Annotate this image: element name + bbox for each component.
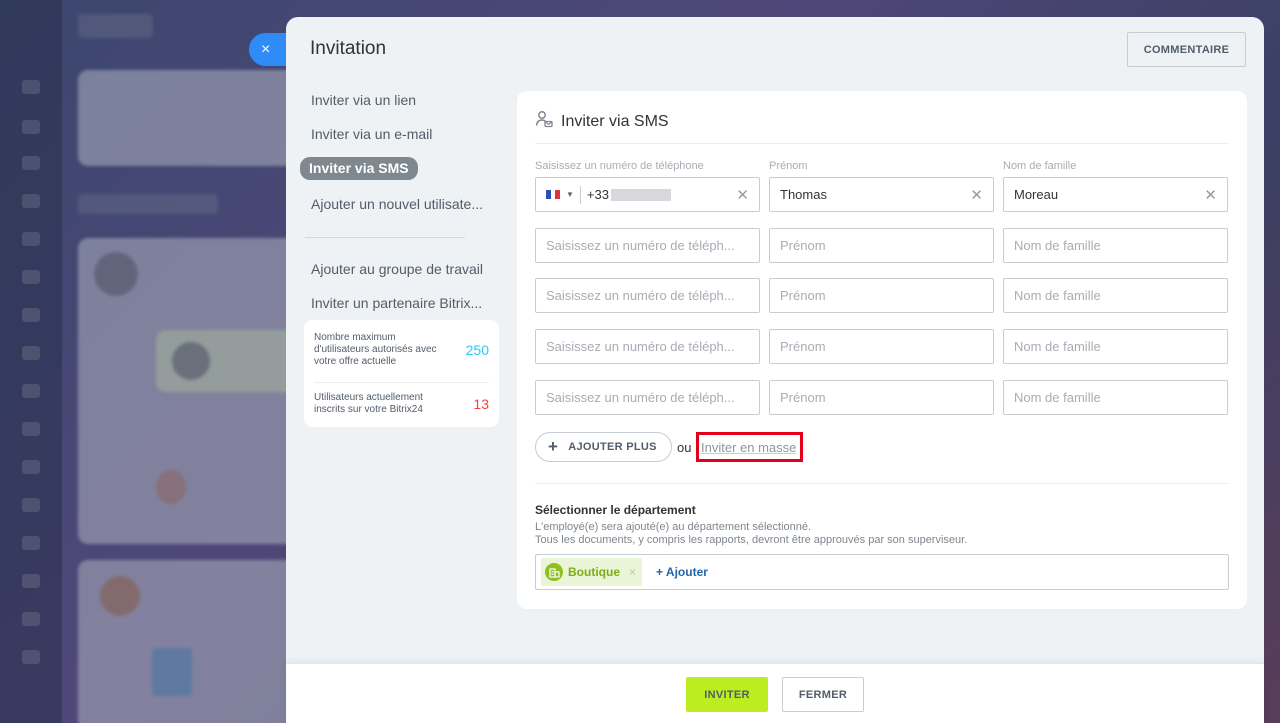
department-divider [535, 483, 1229, 484]
phone-column-label: Saisissez un numéro de téléphone [535, 160, 704, 172]
nav-item-add-to-workgroup[interactable]: Ajouter au groupe de travail [311, 261, 483, 277]
phone-placeholder: Saisissez un numéro de téléph... [546, 339, 735, 354]
phone-field-1[interactable]: ▼ +33 ✕ [535, 177, 760, 212]
last-name-field-3[interactable]: Nom de famille [1003, 278, 1228, 313]
mass-invite-link[interactable]: Inviter en masse [696, 432, 804, 462]
last-name-placeholder: Nom de famille [1014, 288, 1101, 303]
add-department-link[interactable]: + Ajouter [656, 565, 708, 579]
mass-invite-label: Inviter en masse [701, 439, 797, 455]
first-name-field-1[interactable]: Thomas ✕ [769, 177, 994, 212]
user-limits-card: Nombre maximum d'utilisateurs autorisés … [304, 320, 499, 427]
section-title: Inviter via SMS [561, 112, 669, 130]
first-name-field-2[interactable]: Prénom [769, 228, 994, 263]
invite-sms-form: Inviter via SMS Saisissez un numéro de t… [517, 91, 1247, 609]
section-divider [535, 143, 1229, 144]
nav-item-invite-email[interactable]: Inviter via un e-mail [311, 126, 432, 142]
france-flag-icon[interactable] [546, 190, 561, 199]
first-name-field-4[interactable]: Prénom [769, 329, 994, 364]
remove-tag-icon[interactable]: × [629, 565, 636, 579]
close-button[interactable]: FERMER [782, 677, 864, 712]
phone-placeholder: Saisissez un numéro de téléph... [546, 390, 735, 405]
last-name-field-4[interactable]: Nom de famille [1003, 329, 1228, 364]
panel-footer: INVITER FERMER [286, 663, 1264, 723]
first-name-field-3[interactable]: Prénom [769, 278, 994, 313]
department-tag[interactable]: Boutique × [541, 558, 643, 586]
department-tag-label: Boutique [568, 565, 620, 579]
masked-phone-number [610, 188, 671, 201]
phone-field-4[interactable]: Saisissez un numéro de téléph... [535, 329, 760, 364]
add-more-button[interactable]: + AJOUTER PLUS [535, 432, 672, 462]
clear-icon[interactable]: ✕ [970, 186, 983, 204]
last-name-placeholder: Nom de famille [1014, 339, 1101, 354]
first-name-placeholder: Prénom [780, 238, 826, 253]
nav-item-invite-link[interactable]: Inviter via un lien [311, 92, 416, 108]
max-users-value: 250 [465, 342, 489, 358]
current-users-value: 13 [473, 396, 489, 412]
last-name-field-2[interactable]: Nom de famille [1003, 228, 1228, 263]
invite-button[interactable]: INVITER [686, 677, 768, 712]
nav-divider [305, 237, 465, 238]
last-name-field-1[interactable]: Moreau ✕ [1003, 177, 1228, 212]
page-title: Invitation [310, 38, 387, 59]
department-desc-line-2: Tous les documents, y compris les rappor… [535, 534, 968, 546]
invitation-panel: Invitation COMMENTAIRE Inviter via un li… [286, 17, 1264, 723]
building-icon [545, 563, 563, 581]
user-sms-icon [535, 110, 553, 133]
first-name-field-5[interactable]: Prénom [769, 380, 994, 415]
last-name-placeholder: Nom de famille [1014, 390, 1101, 405]
comment-button[interactable]: COMMENTAIRE [1127, 32, 1246, 67]
department-desc-line-1: L'employé(e) sera ajouté(e) au départeme… [535, 521, 812, 533]
or-text: ou [677, 440, 692, 455]
first-name-placeholder: Prénom [780, 288, 826, 303]
first-name-value: Thomas [780, 187, 827, 202]
plus-icon: + [548, 437, 559, 456]
last-name-field-5[interactable]: Nom de famille [1003, 380, 1228, 415]
max-users-label: Nombre maximum d'utilisateurs autorisés … [314, 332, 437, 367]
close-icon: × [261, 40, 271, 58]
department-title: Sélectionner le département [535, 503, 696, 517]
nav-item-invite-partner[interactable]: Inviter un partenaire Bitrix... [311, 295, 482, 311]
phone-field-2[interactable]: Saisissez un numéro de téléph... [535, 228, 760, 263]
first-name-placeholder: Prénom [780, 339, 826, 354]
department-description: L'employé(e) sera ajouté(e) au départeme… [535, 521, 967, 547]
stats-divider [314, 382, 489, 383]
add-more-label: AJOUTER PLUS [568, 441, 657, 453]
phone-placeholder: Saisissez un numéro de téléph... [546, 238, 735, 253]
first-name-column-label: Prénom [769, 160, 808, 172]
clear-icon[interactable]: ✕ [736, 186, 749, 204]
nav-item-invite-sms[interactable]: Inviter via SMS [300, 157, 418, 180]
current-users-label: Utilisateurs actuellement inscrits sur v… [314, 392, 423, 415]
phone-field-5[interactable]: Saisissez un numéro de téléph... [535, 380, 760, 415]
last-name-value: Moreau [1014, 187, 1059, 202]
department-selector[interactable]: Boutique × + Ajouter [535, 554, 1229, 590]
phone-field-3[interactable]: Saisissez un numéro de téléph... [535, 278, 760, 313]
last-name-placeholder: Nom de famille [1014, 238, 1101, 253]
nav-item-add-new-user[interactable]: Ajouter un nouvel utilisate... [311, 196, 483, 212]
clear-icon[interactable]: ✕ [1204, 186, 1217, 204]
close-slider-button[interactable]: × [249, 33, 289, 66]
first-name-placeholder: Prénom [780, 390, 826, 405]
chevron-down-icon[interactable]: ▼ [566, 190, 574, 199]
last-name-column-label: Nom de famille [1003, 160, 1077, 172]
phone-prefix: +33 [586, 187, 609, 202]
phone-placeholder: Saisissez un numéro de téléph... [546, 288, 735, 303]
